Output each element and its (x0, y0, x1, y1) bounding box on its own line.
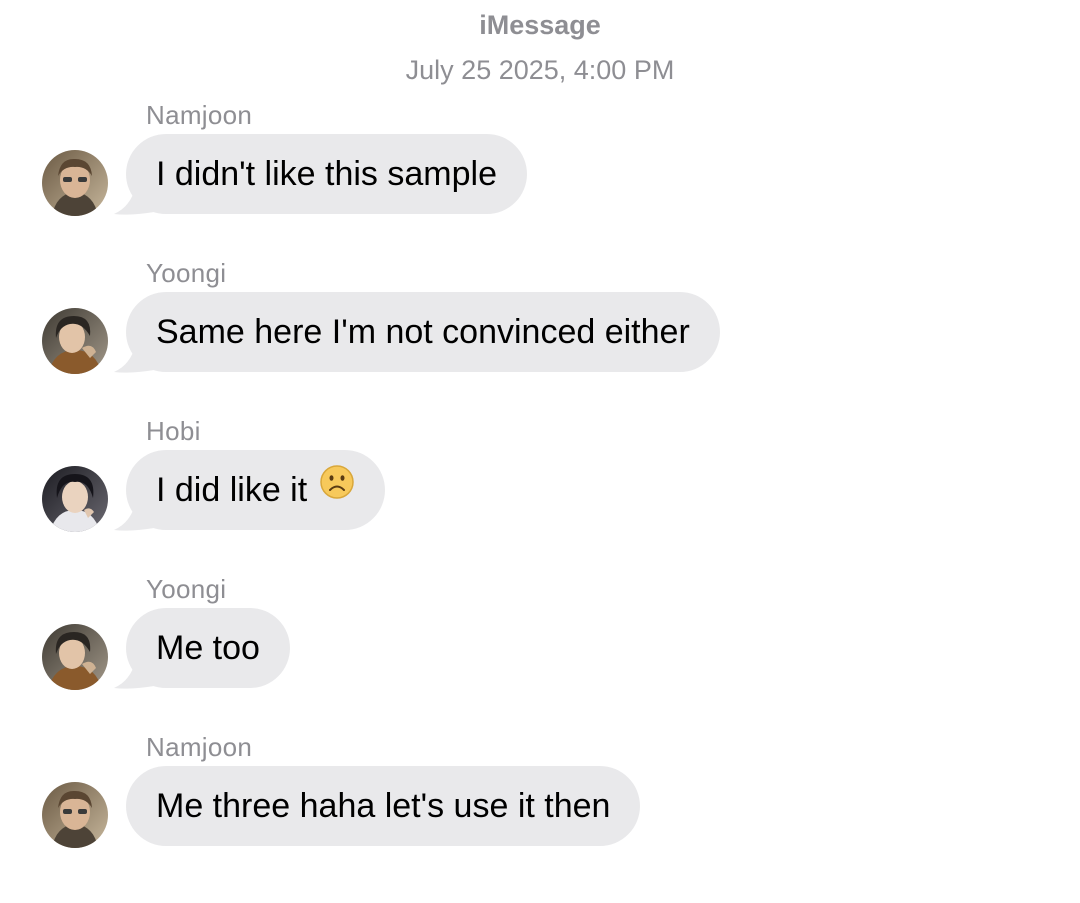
message-bubble[interactable]: Me too (126, 608, 290, 688)
avatar-yoongi[interactable] (42, 308, 108, 374)
message-bubble[interactable]: Same here I'm not convinced either (126, 292, 720, 372)
message-bubble[interactable]: I didn't like this sample (126, 134, 527, 214)
service-label: iMessage (479, 10, 601, 40)
message-bubble[interactable]: Me three haha let's use it then (126, 766, 641, 846)
avatar-hobi[interactable] (42, 466, 108, 532)
message-bubble[interactable]: I did like it (126, 450, 385, 530)
sender-name: Hobi (146, 416, 201, 446)
message-row: Hobi I did like it (0, 416, 1080, 546)
message-row: Yoongi Me too (0, 574, 1080, 704)
message-row: Namjoon I didn't like this sample (0, 100, 1080, 230)
message-text: I did like it (156, 471, 308, 509)
message-row: Namjoon Me three haha let's use it then (0, 732, 1080, 862)
message-row: Yoongi Same here I'm not convinced eithe… (0, 258, 1080, 388)
conversation-timestamp: July 25 2025, 4:00 PM (405, 55, 675, 85)
avatar-namjoon[interactable] (42, 150, 108, 216)
sender-name: Yoongi (146, 574, 227, 604)
avatar-yoongi[interactable] (42, 624, 108, 690)
sender-name: Namjoon (146, 100, 253, 130)
sender-name: Namjoon (146, 732, 253, 762)
sender-name: Yoongi (146, 258, 227, 288)
frowning-face-icon (319, 449, 355, 529)
avatar-namjoon[interactable] (42, 782, 108, 848)
